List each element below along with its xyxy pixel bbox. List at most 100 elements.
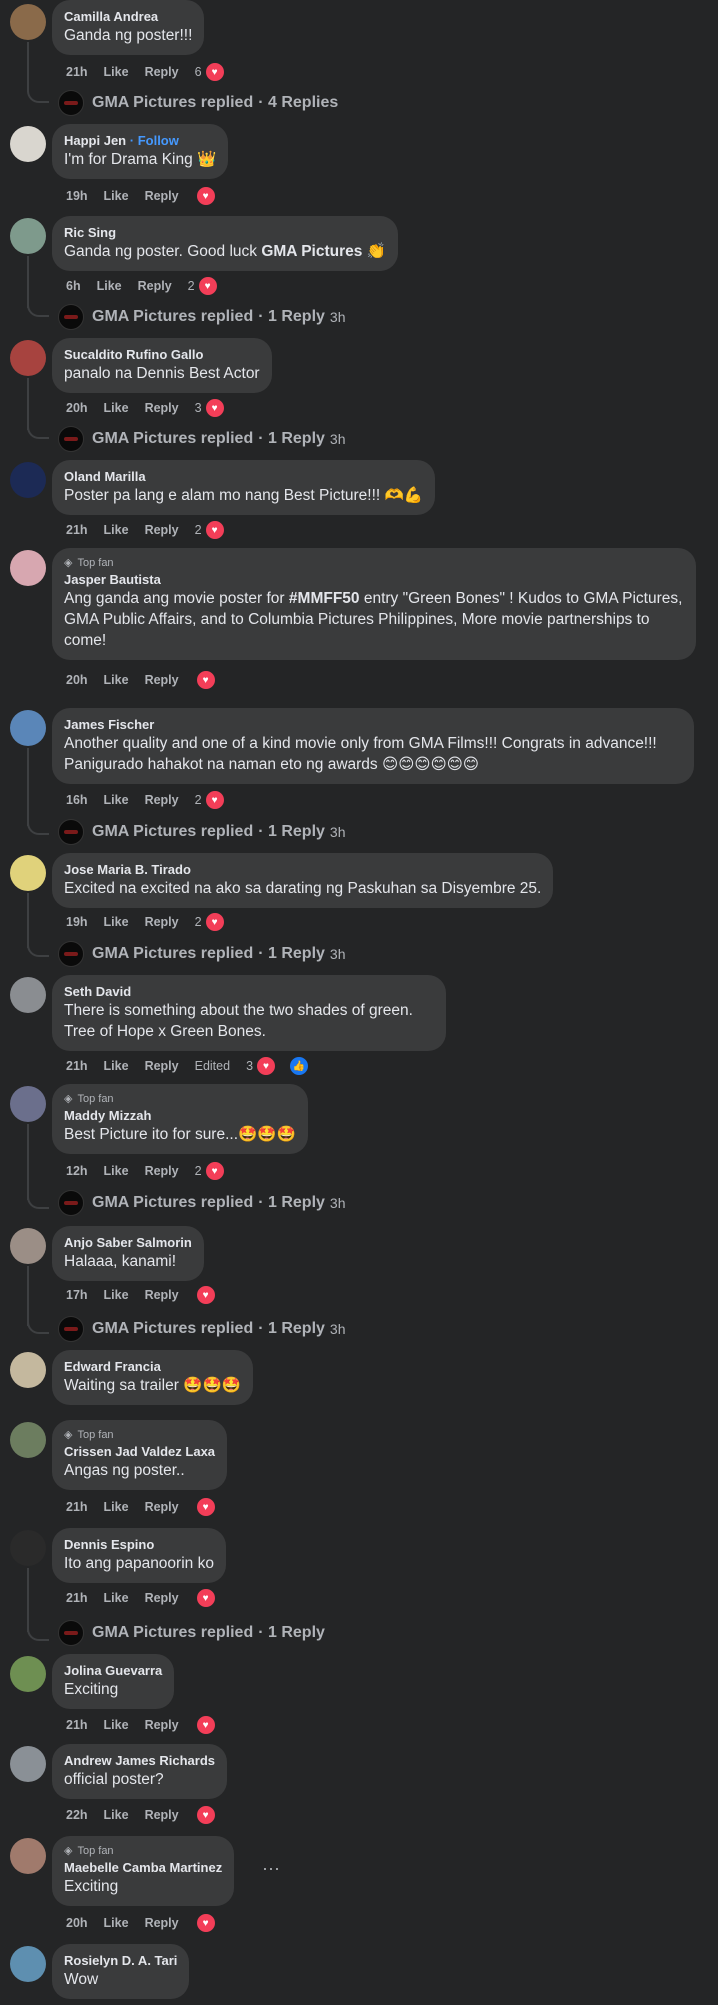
commenter-name[interactable]: Maddy Mizzah [64,1107,296,1124]
commenter-name[interactable]: Andrew James Richards [64,1752,215,1769]
comment-time[interactable]: 16h [66,793,88,807]
comment-time[interactable]: 17h [66,1288,88,1302]
reaction-summary[interactable]: ♥ [194,1587,233,1609]
reply-button[interactable]: Reply [145,401,179,415]
like-button[interactable]: Like [104,1059,129,1073]
replies-link[interactable]: GMA Pictures replied · 1 Reply 3h [58,1316,346,1342]
like-button[interactable]: Like [104,1500,129,1514]
replies-link[interactable]: GMA Pictures replied · 1 Reply 3h [58,426,346,452]
comment-time[interactable]: 21h [66,1059,88,1073]
avatar[interactable] [10,1086,46,1122]
reply-button[interactable]: Reply [145,915,179,929]
comment-time[interactable]: 21h [66,523,88,537]
avatar[interactable] [10,1352,46,1388]
replies-link[interactable]: GMA Pictures replied · 4 Replies [58,90,338,116]
commenter-name[interactable]: Jose Maria B. Tirado [64,861,541,878]
avatar[interactable] [10,855,46,891]
reply-button[interactable]: Reply [145,189,179,203]
reaction-summary[interactable]: ♥ [194,1284,233,1306]
replies-link[interactable]: GMA Pictures replied · 1 Reply 3h [58,819,346,845]
reply-button[interactable]: Reply [145,673,179,687]
reaction-summary[interactable]: 2 ♥ [195,1160,242,1182]
follow-button[interactable]: Follow [138,133,179,148]
reaction-summary[interactable]: ♥ [194,1804,233,1826]
reply-button[interactable]: Reply [145,1059,179,1073]
like-button[interactable]: Like [104,1718,129,1732]
reaction-summary[interactable]: ♥ [194,185,233,207]
hashtag-link[interactable]: #MMFF50 [289,590,360,607]
comment-time[interactable]: 21h [66,1718,88,1732]
like-button[interactable]: Like [104,793,129,807]
like-button[interactable]: Like [104,523,129,537]
reply-button[interactable]: Reply [145,1591,179,1605]
mention-gma-pictures[interactable]: GMA Pictures [261,243,362,260]
reaction-summary[interactable]: 3 ♥ [195,397,242,419]
like-button[interactable]: Like [104,915,129,929]
reaction-summary[interactable]: 2 ♥ [195,519,242,541]
commenter-name[interactable]: Edward Francia [64,1358,241,1375]
comment-time[interactable]: 21h [66,1500,88,1514]
avatar[interactable] [10,1530,46,1566]
reaction-summary[interactable]: 2 ♥ [188,275,235,297]
avatar[interactable] [10,126,46,162]
avatar[interactable] [10,1746,46,1782]
comment-time[interactable]: 22h [66,1808,88,1822]
like-button[interactable]: Like [104,401,129,415]
like-button[interactable]: Like [104,1164,129,1178]
commenter-name[interactable]: Sucaldito Rufino Gallo [64,346,260,363]
reaction-summary[interactable]: 3 ♥ 👍 [246,1055,326,1077]
replies-link[interactable]: GMA Pictures replied · 1 Reply [58,1620,325,1646]
like-button[interactable]: Like [97,279,122,293]
avatar[interactable] [10,977,46,1013]
commenter-name[interactable]: James Fischer [64,716,682,733]
like-button[interactable]: Like [104,1288,129,1302]
reaction-summary[interactable]: ♥ [194,1912,233,1934]
commenter-name[interactable]: Dennis Espino [64,1536,214,1553]
reply-button[interactable]: Reply [145,1288,179,1302]
commenter-name[interactable]: Happi Jen [64,133,126,148]
replies-link[interactable]: GMA Pictures replied · 1 Reply 3h [58,304,346,330]
replies-link[interactable]: GMA Pictures replied · 1 Reply 3h [58,1190,346,1216]
avatar[interactable] [10,462,46,498]
like-button[interactable]: Like [104,65,129,79]
avatar[interactable] [10,1228,46,1264]
comment-time[interactable]: 20h [66,401,88,415]
comment-time[interactable]: 20h [66,673,88,687]
like-button[interactable]: Like [104,673,129,687]
commenter-name[interactable]: Jasper Bautista [64,571,684,588]
commenter-name[interactable]: Ric Sing [64,224,386,241]
reply-button[interactable]: Reply [145,523,179,537]
avatar[interactable] [10,550,46,586]
reaction-summary[interactable]: ♥ [194,1496,233,1518]
commenter-name[interactable]: Maebelle Camba Martinez [64,1859,222,1876]
comment-time[interactable]: 6h [66,279,81,293]
reaction-summary[interactable]: 2 ♥ [195,911,242,933]
comment-time[interactable]: 21h [66,65,88,79]
commenter-name[interactable]: Crissen Jad Valdez Laxa [64,1443,215,1460]
reaction-summary[interactable]: 2 ♥ [195,789,242,811]
reply-button[interactable]: Reply [138,279,172,293]
comment-time[interactable]: 20h [66,1916,88,1930]
reply-button[interactable]: Reply [145,1500,179,1514]
reaction-summary[interactable]: 6 ♥ [195,61,242,83]
comment-time[interactable]: 19h [66,189,88,203]
comment-time[interactable]: 19h [66,915,88,929]
replies-link[interactable]: GMA Pictures replied · 1 Reply 3h [58,941,346,967]
reaction-summary[interactable]: ♥ [194,1714,233,1736]
comment-time[interactable]: 12h [66,1164,88,1178]
reply-button[interactable]: Reply [145,793,179,807]
avatar[interactable] [10,710,46,746]
reply-button[interactable]: Reply [145,1808,179,1822]
reaction-summary[interactable]: ♥ [194,669,233,691]
avatar[interactable] [10,340,46,376]
reply-button[interactable]: Reply [145,1916,179,1930]
commenter-name[interactable]: Seth David [64,983,434,1000]
more-options-icon[interactable]: ··· [262,1858,280,1879]
commenter-name[interactable]: Jolina Guevarra [64,1662,162,1679]
avatar[interactable] [10,1838,46,1874]
commenter-name[interactable]: Oland Marilla [64,468,423,485]
commenter-name[interactable]: Rosielyn D. A. Tari [64,1952,177,1969]
avatar[interactable] [10,218,46,254]
reply-button[interactable]: Reply [145,65,179,79]
avatar[interactable] [10,1946,46,1982]
